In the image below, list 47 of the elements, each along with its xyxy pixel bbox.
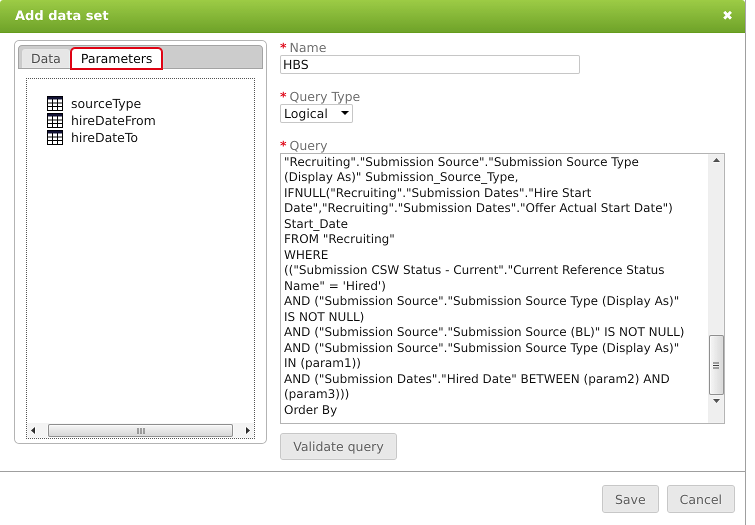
query-line: IS NOT NULL) xyxy=(284,310,366,326)
tab[interactable]: Data xyxy=(22,49,70,68)
query-line: Date","Recruiting"."Submission Dates"."Offer Actual Start Date") xyxy=(284,201,674,217)
query-textarea[interactable] xyxy=(280,152,725,424)
field-label: Query Type xyxy=(290,89,360,104)
table-icon xyxy=(47,112,63,128)
grip-icon xyxy=(713,362,719,369)
table-icon xyxy=(47,96,63,110)
query-line: WHERE xyxy=(284,248,330,264)
vertical-scrollbar[interactable] xyxy=(708,154,724,423)
parameter-item[interactable]: hireDateTo xyxy=(71,130,138,144)
query-line: FROM "Recruiting" xyxy=(284,232,396,248)
query-line: AND ("Submission Dates"."Hired Date" BETWEEN (param2) AND xyxy=(284,372,671,388)
query-line: "Recruiting"."Submission Source"."Submission Source Type xyxy=(284,154,640,170)
query-line: Name" = 'Hired') xyxy=(284,278,387,294)
scroll-up-icon[interactable] xyxy=(712,158,720,162)
required-asterisk: * xyxy=(280,40,287,55)
field-label: Query xyxy=(290,138,328,153)
query-line: AND ("Submission Source"."Submission Source (BL)" IS NOT NULL) xyxy=(284,325,686,341)
field-label: Name xyxy=(290,40,326,55)
scroll-down-icon[interactable] xyxy=(712,399,720,403)
dialog-button[interactable]: Save xyxy=(602,485,659,513)
query-line: Order By xyxy=(284,402,338,418)
query-line: (("Submission CSW Status - Current"."Current Reference Status xyxy=(284,263,666,279)
window-title: Add data set xyxy=(15,9,109,24)
query-line: (param3))) xyxy=(284,387,350,403)
scroll-right-icon[interactable] xyxy=(246,427,250,434)
name-field[interactable]: HBS xyxy=(280,55,580,74)
horizontal-scrollbar[interactable] xyxy=(27,423,254,438)
caret-icon xyxy=(341,111,349,116)
scroll-left-icon[interactable] xyxy=(31,427,35,434)
query-line: Start_Date xyxy=(284,216,349,232)
required-asterisk: * xyxy=(280,89,287,104)
query-line: AND ("Submission Source"."Submission Source Type (Display As)" xyxy=(284,294,680,310)
tab[interactable]: Parameters xyxy=(72,49,162,68)
query-line: AND ("Submission Source"."Submission Source Type (Display As)" xyxy=(284,340,680,356)
parameter-item[interactable]: sourceType xyxy=(71,96,142,110)
required-asterisk: * xyxy=(280,138,287,153)
dialog-button[interactable]: Cancel xyxy=(666,485,735,513)
validate-query-button[interactable]: Validate query xyxy=(280,433,397,460)
query-line: IN (param1)) xyxy=(284,356,362,372)
query-line: IFNULL("Recruiting"."Submission Dates"."Hire Start xyxy=(284,186,592,202)
query-line: (Display As)" Submission_Source_Type, xyxy=(284,170,520,186)
parameter-item[interactable]: hireDateFrom xyxy=(71,112,156,128)
query-type-dropdown[interactable]: Logical xyxy=(280,104,353,123)
grip-icon xyxy=(136,428,144,434)
table-icon xyxy=(47,130,63,144)
